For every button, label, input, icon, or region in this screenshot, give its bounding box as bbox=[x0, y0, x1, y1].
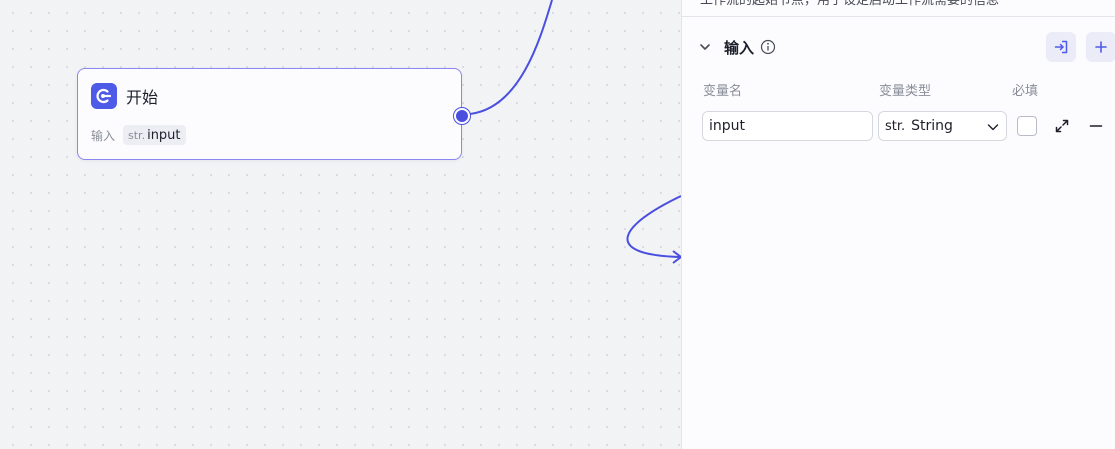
node-settings-panel: 工作流的起始节点，用于设定启动工作流需要的信息 输入 变量名 变量类型 必填 s… bbox=[681, 0, 1115, 449]
output-port[interactable] bbox=[454, 108, 470, 124]
inputs-section-title: 输入 bbox=[724, 38, 755, 57]
inputs-section-header[interactable]: 输入 bbox=[698, 36, 776, 58]
start-node-header: 开始 bbox=[91, 83, 158, 109]
start-node-inputs: 输入 str. input bbox=[91, 125, 186, 145]
remove-variable-icon[interactable] bbox=[1087, 117, 1105, 135]
type-value: String bbox=[911, 118, 953, 134]
column-header-required: 必填 bbox=[1012, 84, 1039, 99]
variable-name-input[interactable] bbox=[702, 111, 873, 141]
variable-type-select[interactable]: str. String bbox=[878, 111, 1007, 141]
chevron-down-icon bbox=[987, 124, 999, 131]
info-icon[interactable] bbox=[760, 39, 776, 55]
variable-chip-type: str. bbox=[128, 128, 146, 142]
plus-icon bbox=[1095, 41, 1107, 53]
variable-chip: str. input bbox=[123, 125, 186, 145]
connection-edge-incoming[interactable] bbox=[626, 195, 681, 258]
start-node-icon bbox=[91, 83, 117, 109]
panel-description: 工作流的起始节点，用于设定启动工作流需要的信息 bbox=[682, 0, 1115, 17]
workflow-canvas[interactable]: 开始 输入 str. input bbox=[0, 0, 681, 449]
column-header-name: 变量名 bbox=[703, 84, 743, 99]
inputs-label: 输入 bbox=[91, 128, 116, 143]
variable-chip-name: input bbox=[147, 127, 181, 143]
import-icon bbox=[1054, 40, 1068, 54]
column-header-type: 变量类型 bbox=[879, 84, 932, 99]
start-node-title: 开始 bbox=[126, 88, 159, 107]
connection-edge[interactable] bbox=[469, 0, 553, 115]
required-checkbox[interactable] bbox=[1017, 116, 1037, 136]
import-variables-button[interactable] bbox=[1046, 32, 1076, 62]
expand-icon[interactable] bbox=[1053, 117, 1071, 135]
type-prefix: str. bbox=[885, 118, 906, 134]
add-variable-button[interactable] bbox=[1086, 32, 1115, 62]
chevron-down-icon[interactable] bbox=[698, 40, 712, 54]
start-node[interactable]: 开始 输入 str. input bbox=[77, 68, 470, 160]
